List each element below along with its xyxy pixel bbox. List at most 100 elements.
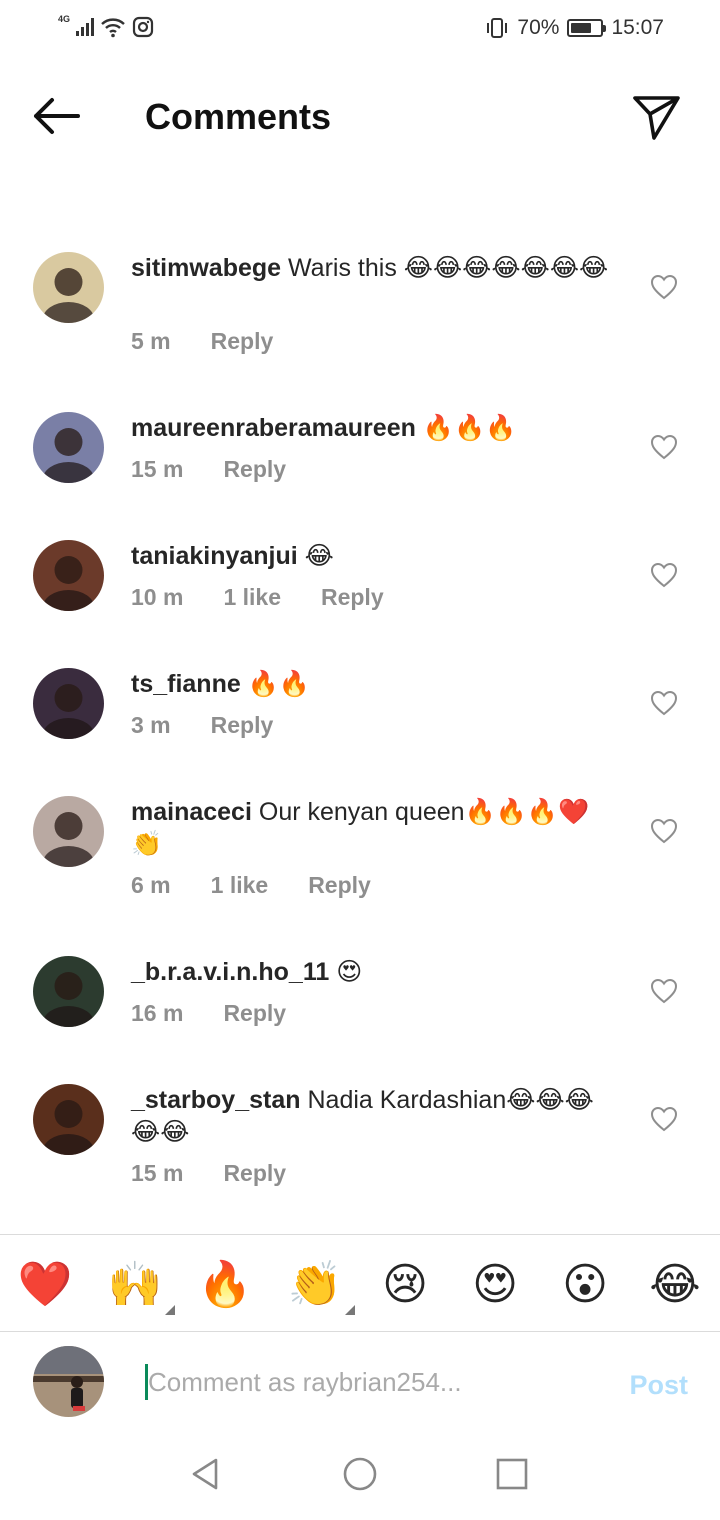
comment-text: _starboy_stan Nadia Kardashian😂😂😂😂😂 [131, 1084, 611, 1148]
battery-percent: 70% [517, 16, 560, 39]
comment-item[interactable]: _starboy_stan Nadia Kardashian😂😂😂😂😂 15 m R… [0, 1084, 720, 1212]
reply-button[interactable]: Reply [308, 872, 371, 899]
comment-username[interactable]: ts_fianne [131, 670, 241, 698]
comment-meta: 16 m Reply [131, 1000, 286, 1027]
nav-back-icon[interactable] [188, 1456, 224, 1492]
reaction-clapping-hands-button[interactable]: 👏 [285, 1255, 355, 1315]
comment-username[interactable]: _starboy_stan [131, 1086, 301, 1114]
instagram-notification-icon [132, 16, 154, 38]
reply-button[interactable]: Reply [211, 712, 274, 739]
commenter-avatar[interactable] [33, 1084, 104, 1155]
like-heart-icon[interactable] [650, 434, 678, 460]
status-left: 4G [58, 14, 154, 38]
reaction-surprised-face-button[interactable]: 😮 [555, 1255, 615, 1315]
crying-face-icon: 😢 [382, 1259, 428, 1310]
comment-time: 16 m [131, 1000, 184, 1026]
commenter-avatar[interactable] [33, 796, 104, 867]
reaction-fire-button[interactable]: 🔥 [195, 1255, 255, 1315]
comment-username[interactable]: sitimwabege [131, 254, 281, 282]
comment-text: taniakinyanjui 😂 [131, 540, 611, 572]
comment-text: mainaceci Our kenyan queen🔥🔥🔥❤️👏 [131, 796, 611, 860]
comment-likes[interactable]: 1 like [211, 872, 269, 899]
commenter-avatar[interactable] [33, 252, 104, 323]
status-bar: 4G 70% 15:07 [0, 0, 720, 62]
like-heart-icon[interactable] [650, 562, 678, 588]
reaction-red-heart-button[interactable]: ❤️ [15, 1255, 75, 1315]
like-heart-icon[interactable] [650, 690, 678, 716]
reaction-tears-of-joy-button[interactable]: 😂 [645, 1255, 705, 1315]
comment-username[interactable]: mainaceci [131, 798, 252, 826]
like-heart-icon[interactable] [650, 274, 678, 300]
red-heart-icon: ❤️ [17, 1259, 73, 1310]
wifi-icon [101, 18, 125, 38]
comment-item[interactable]: sitimwabege Waris this 😂😂😂😂😂😂😂 5 m Reply [0, 252, 720, 380]
vibrate-icon [487, 18, 508, 38]
commenter-avatar[interactable] [33, 412, 104, 483]
comment-username[interactable]: _b.r.a.v.i.n.ho_11 [131, 958, 329, 986]
heart-eyes-icon: 😍 [472, 1259, 518, 1310]
comment-meta: 5 m Reply [131, 328, 273, 355]
comment-item[interactable]: taniakinyanjui 😂 10 m 1 like Reply [0, 540, 720, 668]
system-nav-bar [0, 1428, 720, 1520]
comment-text: sitimwabege Waris this 😂😂😂😂😂😂😂 [131, 252, 611, 284]
comment-item[interactable]: _b.r.a.v.i.n.ho_11 😍 16 m Reply [0, 956, 720, 1084]
surprised-face-icon: 😮 [562, 1259, 608, 1310]
comment-list[interactable]: 10 m Reply sitimwabege Waris this 😂😂😂😂😂😂😂 5… [0, 140, 720, 1234]
comment-item[interactable]: maureenraberamaureen 🔥🔥🔥 15 m Reply [0, 412, 720, 540]
comment-input[interactable] [145, 1364, 585, 1400]
fire-icon: 🔥 [197, 1259, 253, 1310]
comment-message: 🔥🔥🔥 [422, 414, 517, 442]
reply-button[interactable]: Reply [211, 328, 274, 355]
clapping-hands-icon: 👏 [287, 1259, 343, 1310]
like-heart-icon[interactable] [650, 818, 678, 844]
comment-text: maureenraberamaureen 🔥🔥🔥 [131, 412, 611, 444]
header: Comments [0, 62, 720, 172]
quick-reactions-bar: ❤️ 🙌 🔥 👏 😢 😍 😮 😂 [0, 1234, 720, 1332]
more-variants-indicator [165, 1305, 175, 1315]
like-heart-icon[interactable] [650, 1106, 678, 1132]
comment-time: 10 m [131, 584, 184, 610]
comment-likes[interactable]: 1 like [223, 584, 281, 611]
comment-text: ts_fianne 🔥🔥 [131, 668, 611, 700]
commenter-avatar[interactable] [33, 540, 104, 611]
commenter-avatar[interactable] [33, 668, 104, 739]
page-title: Comments [145, 96, 332, 137]
reaction-crying-face-button[interactable]: 😢 [375, 1255, 435, 1315]
comment-item[interactable]: mainaceci Our kenyan queen🔥🔥🔥❤️👏 6 m 1 lik… [0, 796, 720, 924]
tears-of-joy-icon: 😂 [649, 1259, 701, 1310]
comment-text: _b.r.a.v.i.n.ho_11 😍 [131, 956, 611, 988]
comment-meta: 6 m 1 like Reply [131, 872, 371, 899]
status-right: 70% 15:07 [485, 16, 664, 40]
back-arrow-icon[interactable] [30, 94, 82, 138]
send-icon[interactable] [632, 92, 682, 142]
comment-meta: 15 m Reply [131, 456, 286, 483]
reply-button[interactable]: Reply [321, 584, 384, 611]
signal-icon [76, 18, 95, 36]
post-button[interactable]: Post [629, 1370, 688, 1401]
reaction-heart-eyes-button[interactable]: 😍 [465, 1255, 525, 1315]
reply-button[interactable]: Reply [223, 1000, 286, 1027]
comment-time: 3 m [131, 712, 171, 738]
reply-button[interactable]: Reply [223, 456, 286, 483]
comment-message: 😍 [336, 958, 363, 986]
like-heart-icon[interactable] [650, 978, 678, 1004]
clock: 15:07 [611, 16, 664, 39]
comment-username[interactable]: maureenraberamaureen [131, 414, 416, 442]
nav-recents-icon[interactable] [494, 1456, 530, 1492]
comment-composer: Post [0, 1332, 720, 1428]
comment-meta: 10 m 1 like Reply [131, 584, 384, 611]
comment-item[interactable]: ts_fianne 🔥🔥 3 m Reply [0, 668, 720, 796]
raising-hands-icon: 🙌 [107, 1259, 163, 1310]
comment-time: 6 m [131, 872, 171, 898]
battery-icon [567, 19, 607, 37]
reply-button[interactable]: Reply [223, 1160, 286, 1187]
comment-username[interactable]: taniakinyanjui [131, 542, 298, 570]
reaction-raising-hands-button[interactable]: 🙌 [105, 1255, 175, 1315]
comment-message: Waris this 😂😂😂😂😂😂😂 [288, 254, 609, 282]
comment-message: 🔥🔥 [247, 670, 310, 698]
comment-meta: 3 m Reply [131, 712, 273, 739]
comment-time: 5 m [131, 328, 171, 354]
network-type: 4G [58, 14, 71, 24]
commenter-avatar[interactable] [33, 956, 104, 1027]
nav-home-icon[interactable] [342, 1456, 378, 1492]
